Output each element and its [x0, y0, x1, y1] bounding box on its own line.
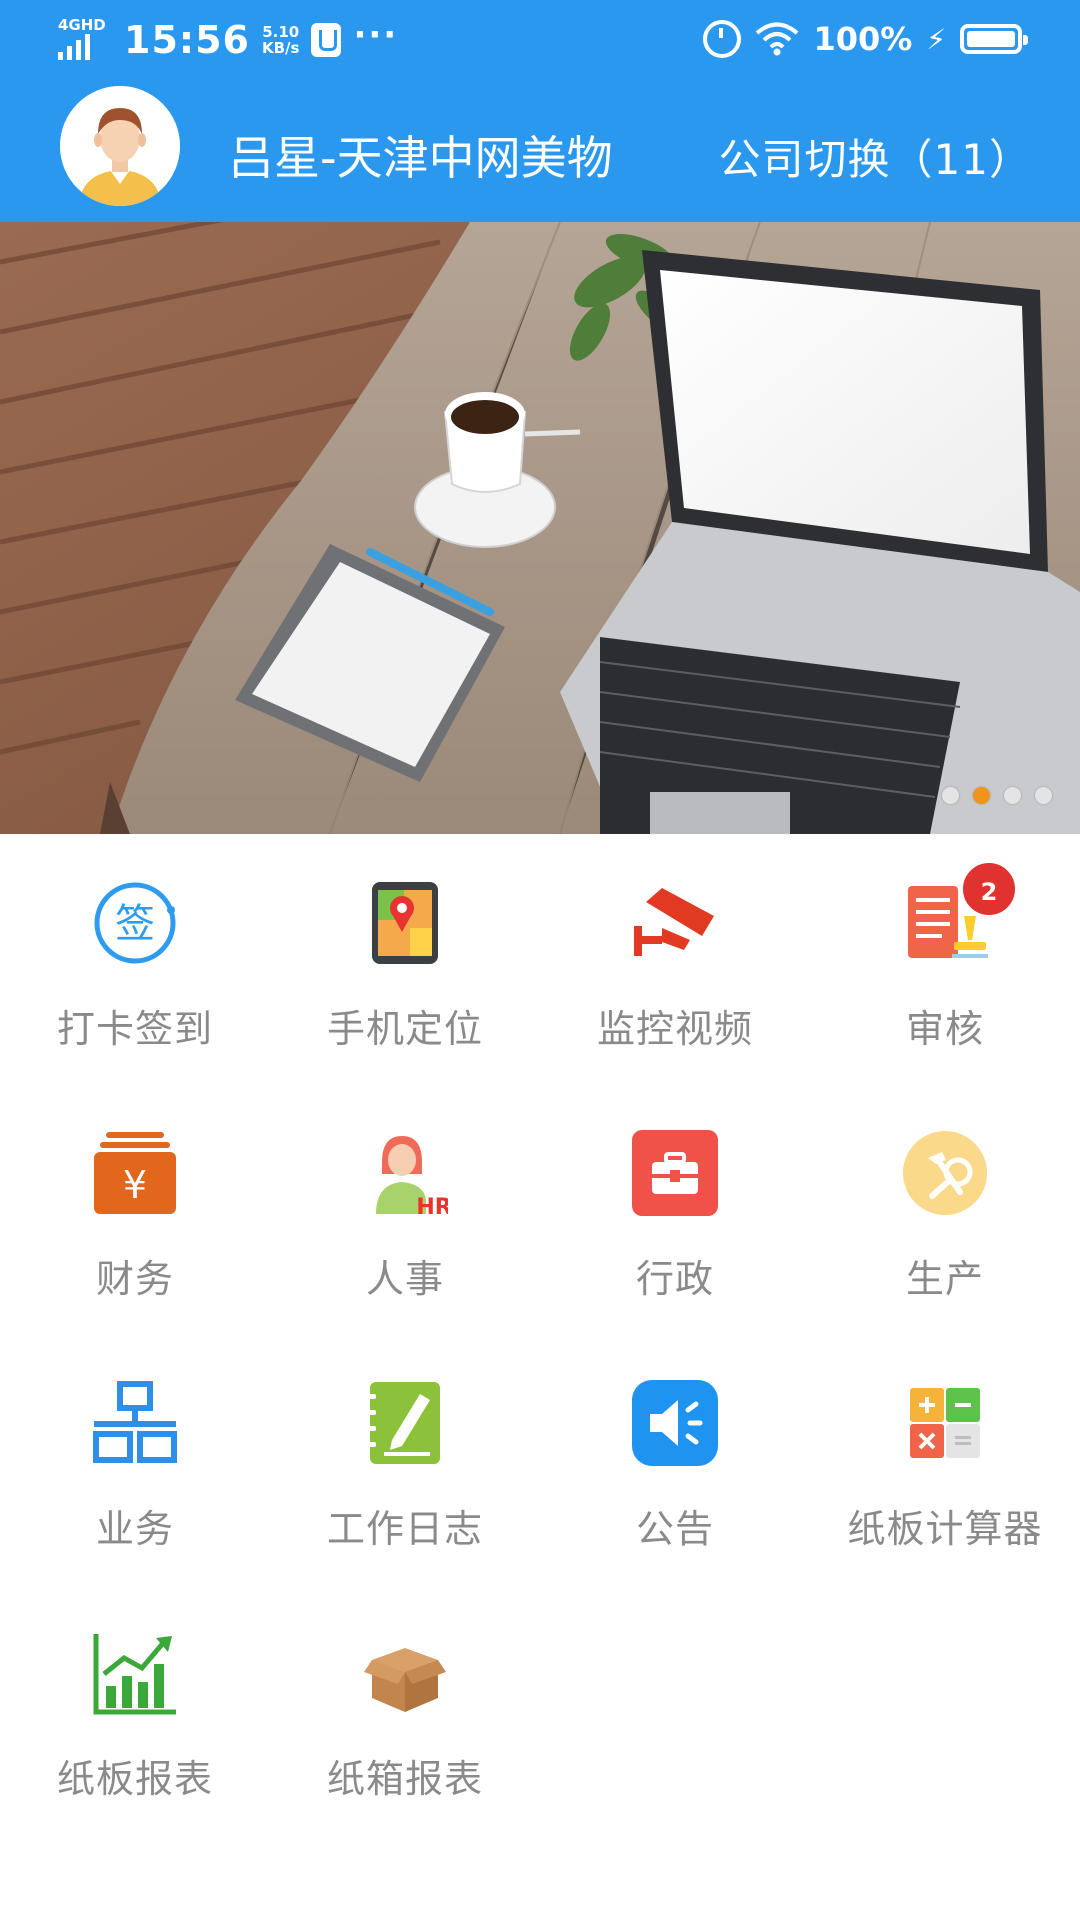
carousel-dot[interactable]	[942, 787, 959, 804]
more-notifications: ···	[353, 15, 399, 55]
svg-text:签: 签	[115, 901, 155, 947]
battery-icon	[960, 24, 1028, 54]
charging-icon: ⚡	[926, 22, 946, 56]
speed-value: 5.10	[262, 23, 300, 41]
menu-item-location[interactable]: 手机定位	[270, 860, 540, 1060]
menu-item-business[interactable]: 业务	[0, 1360, 270, 1560]
carton-box-icon	[364, 1648, 446, 1712]
speed-unit: KB/s	[261, 39, 300, 57]
menu-item-admin[interactable]: 行政	[540, 1110, 810, 1310]
check-in-icon: 签	[94, 882, 176, 964]
network-type: 4GHD	[58, 16, 106, 34]
menu-label: 公告	[635, 1507, 714, 1551]
menu-item-board-report[interactable]: 纸板报表	[0, 1610, 270, 1810]
production-tools-icon	[903, 1131, 987, 1215]
banner-carousel[interactable]	[0, 222, 1080, 834]
menu-label: 纸板报表	[56, 1757, 213, 1801]
board-report-chart-icon	[93, 1634, 176, 1715]
menu-label: 人事	[365, 1257, 444, 1301]
carousel-indicator	[942, 787, 1052, 804]
company-user-name: 吕星-天津中网美物	[228, 131, 613, 185]
calculator-icon	[910, 1388, 980, 1458]
menu-label: 审核	[905, 1007, 984, 1051]
menu-label: 生产	[905, 1257, 984, 1301]
menu-label: 行政	[635, 1257, 714, 1301]
menu-item-finance[interactable]: ¥ 财务	[0, 1110, 270, 1310]
wifi-icon	[756, 22, 799, 56]
admin-toolbox-icon	[632, 1130, 718, 1216]
menu-item-review[interactable]: 2 审核	[810, 860, 1080, 1060]
carousel-dot[interactable]	[1035, 787, 1052, 804]
menu-item-calculator[interactable]: 纸板计算器	[810, 1360, 1080, 1560]
top-bar: 4GHD 15:56 5.10 KB/s ··· 100% ⚡ 吕星-天津中网美…	[0, 0, 1080, 222]
menu-item-surveillance[interactable]: 监控视频	[540, 860, 810, 1060]
menu-item-worklog[interactable]: 工作日志	[270, 1360, 540, 1560]
work-log-icon	[364, 1382, 440, 1464]
announcement-speaker-icon	[632, 1380, 718, 1466]
menu-item-production[interactable]: 生产	[810, 1110, 1080, 1310]
alarm-icon	[703, 20, 742, 58]
svg-text:HR: HR	[416, 1195, 448, 1216]
clock: 15:56	[124, 18, 250, 62]
menu-label: 打卡签到	[56, 1007, 213, 1051]
avatar-icon	[60, 86, 180, 206]
svg-text:¥: ¥	[123, 1163, 147, 1207]
menu-label: 手机定位	[326, 1007, 483, 1051]
review-badge: 2	[960, 860, 1018, 918]
battery-percent: 100%	[813, 20, 913, 58]
carousel-dot[interactable]	[1004, 787, 1021, 804]
menu-item-hr[interactable]: HR 人事	[270, 1110, 540, 1310]
menu-label: 财务	[95, 1257, 174, 1301]
business-org-icon	[93, 1381, 177, 1463]
menu-label: 业务	[95, 1507, 174, 1551]
menu-label: 监控视频	[596, 1007, 753, 1051]
menu-label: 纸箱报表	[326, 1757, 483, 1801]
finance-icon: ¥	[94, 1132, 176, 1214]
menu-label: 工作日志	[326, 1507, 483, 1551]
menu-item-announcement[interactable]: 公告	[540, 1360, 810, 1560]
status-bar: 4GHD 15:56 5.10 KB/s ··· 100% ⚡	[0, 0, 1080, 86]
network-speed: 5.10 KB/s	[262, 24, 299, 56]
user-avatar[interactable]	[60, 86, 180, 206]
signal-icon: 4GHD	[56, 16, 112, 62]
hr-icon: HR	[376, 1136, 448, 1216]
banner-image	[0, 222, 1080, 834]
phone-location-icon	[372, 882, 438, 964]
menu-item-carton-report[interactable]: 纸箱报表	[270, 1610, 540, 1810]
usb-icon	[311, 23, 342, 57]
menu-label: 纸板计算器	[847, 1507, 1043, 1551]
menu-item-checkin[interactable]: 签 打卡签到	[0, 860, 270, 1060]
company-switch-button[interactable]: 公司切换（11）	[719, 126, 1032, 187]
surveillance-camera-icon	[634, 888, 714, 956]
carousel-dot-active[interactable]	[973, 787, 990, 804]
